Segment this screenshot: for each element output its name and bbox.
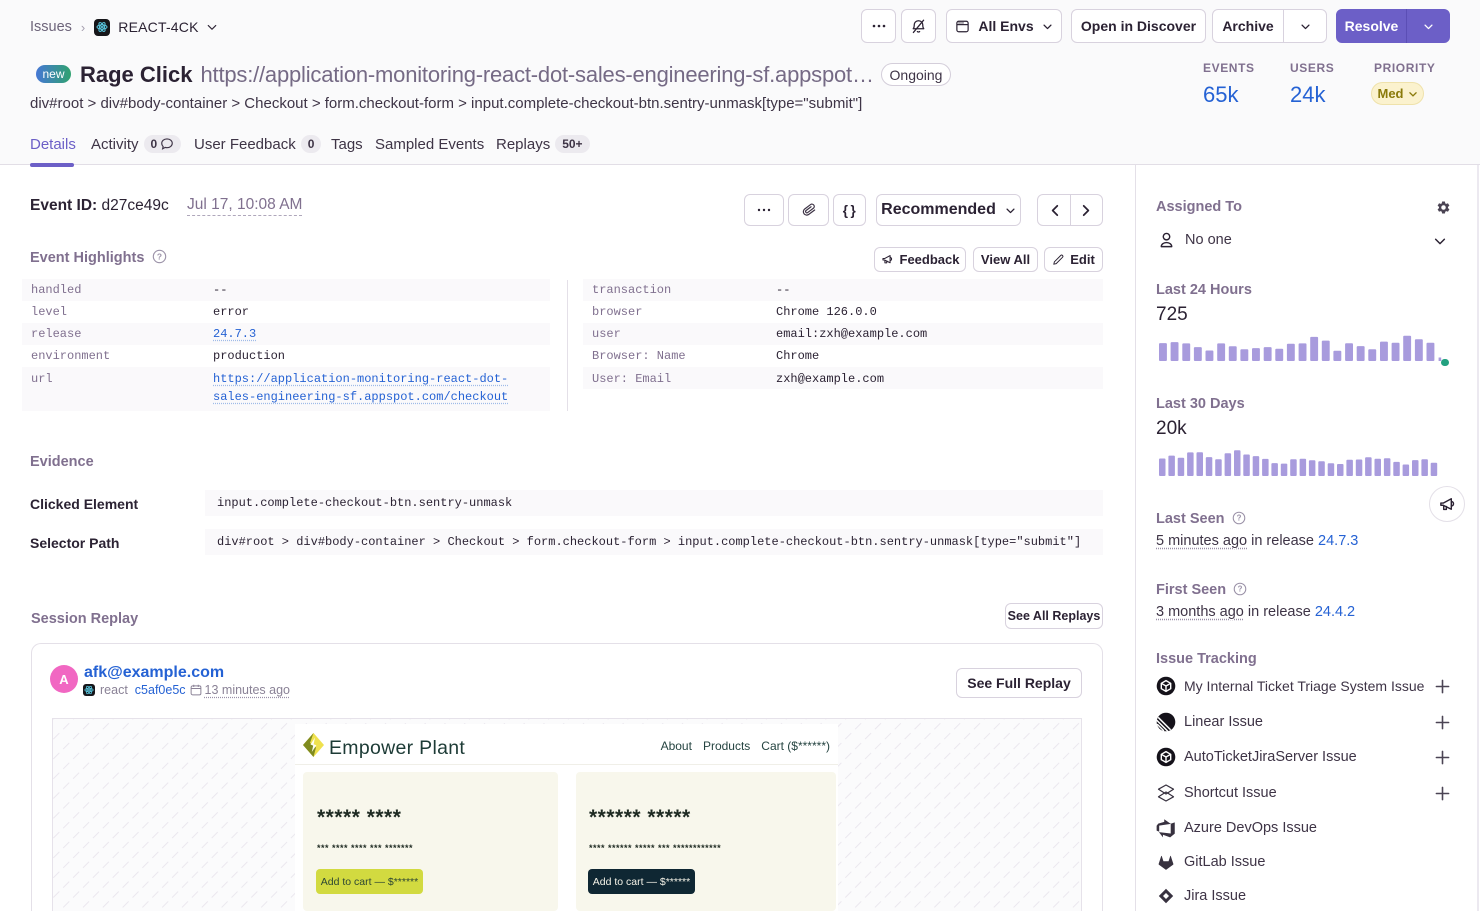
svg-text:?: ?: [157, 251, 162, 261]
svg-text:?: ?: [1238, 585, 1243, 594]
svg-text:?: ?: [1236, 514, 1241, 523]
